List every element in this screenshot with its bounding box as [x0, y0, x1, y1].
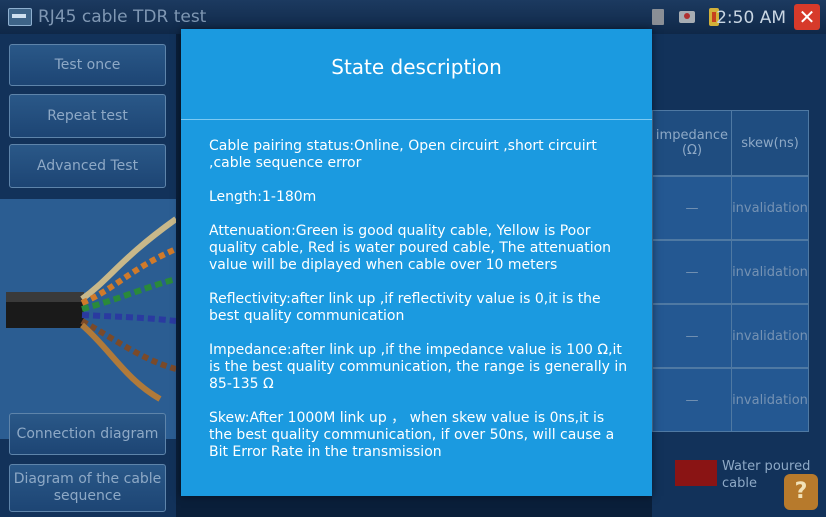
advanced-test-button[interactable]: Advanced Test	[9, 144, 166, 188]
cable-sequence-label-line2: sequence	[53, 488, 122, 504]
skew-cell: invalidation	[731, 176, 809, 240]
clock: 2:50 AM	[716, 8, 786, 28]
impedance-header-unit: (Ω)	[681, 143, 703, 158]
water-poured-swatch	[675, 460, 717, 486]
skew-text: Skew:After 1000M link up ， when skew val…	[209, 410, 615, 460]
attenuation-text: Attenuation:Green is good quality cable,…	[209, 223, 612, 273]
dialog-title: State description	[331, 55, 502, 79]
dialog-divider	[181, 119, 652, 120]
cable-sequence-diagram-button[interactable]: Diagram of the cable sequence	[9, 464, 166, 512]
impedance-text: Impedance:after link up ,if the impedanc…	[209, 342, 628, 392]
left-panel: Test once Repeat test Advanced Test Conn…	[0, 34, 178, 517]
skew-cell: invalidation	[731, 240, 809, 304]
cable-tester-icon	[8, 8, 32, 26]
repeat-test-button[interactable]: Repeat test	[9, 94, 166, 138]
cable-sequence-label-line1: Diagram of the cable	[13, 471, 162, 487]
impedance-cell: —	[652, 368, 732, 432]
impedance-cell: —	[652, 176, 732, 240]
dialog-body: Cable pairing status:Online, Open circui…	[209, 138, 631, 478]
length-text: Length:1-180m	[209, 189, 317, 205]
pairing-status-text: Cable pairing status:Online, Open circui…	[209, 138, 597, 171]
impedance-cell: —	[652, 240, 732, 304]
skew-header: skew(ns)	[731, 110, 809, 176]
impedance-cell: —	[652, 304, 732, 368]
state-description-dialog: State description Cable pairing status:O…	[181, 29, 652, 496]
cable-image	[6, 216, 178, 402]
help-icon[interactable]: ?	[784, 474, 818, 510]
app-title: RJ45 cable TDR test	[38, 7, 207, 27]
skew-cell: invalidation	[731, 304, 809, 368]
reflectivity-text: Reflectivity:after link up ,if reflectiv…	[209, 291, 601, 324]
skew-cell: invalidation	[731, 368, 809, 432]
sd-card-icon	[652, 9, 664, 25]
wifi-off-icon	[679, 11, 695, 23]
close-icon[interactable]: ✕	[794, 4, 820, 30]
impedance-header: impedance (Ω)	[652, 110, 732, 176]
cable-illustration	[0, 199, 178, 439]
impedance-header-label: impedance	[655, 128, 729, 143]
connection-diagram-button[interactable]: Connection diagram	[9, 413, 166, 455]
test-once-button[interactable]: Test once	[9, 44, 166, 86]
